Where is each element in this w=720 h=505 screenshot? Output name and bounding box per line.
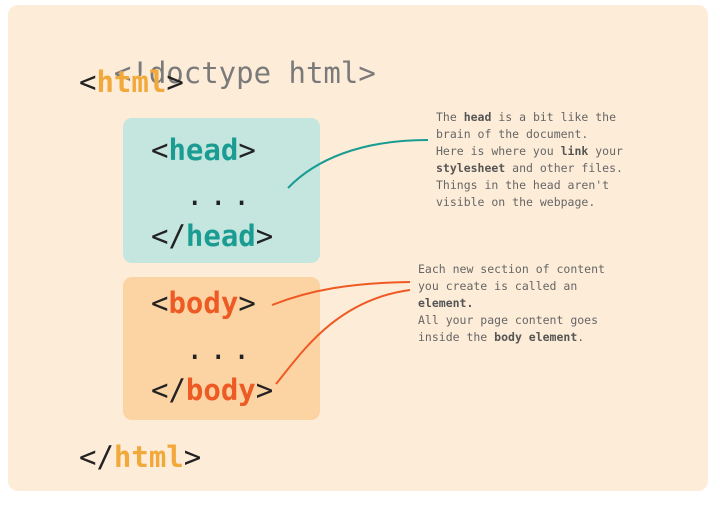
- body-note-line-2: you create is called an: [418, 279, 578, 293]
- head-note: The head is a bit like the brain of the d…: [436, 109, 623, 211]
- head-connector: [287, 139, 429, 189]
- head-note-line-2: brain of the document.: [436, 127, 589, 141]
- head-note-line-4: stylesheet and other files.: [436, 161, 623, 175]
- body-note-line-3: element.: [418, 296, 474, 310]
- connector-lines: [271, 139, 429, 385]
- head-note-line-5: Things in the head aren't: [436, 178, 610, 192]
- body-note-line-4: All your page content goes: [418, 313, 599, 327]
- body-note-line-5: inside the body element.: [418, 330, 585, 344]
- body-connector-close: [275, 289, 411, 385]
- head-note-line-6: visible on the webpage.: [436, 195, 596, 209]
- body-note: Each new section of content you create is…: [418, 261, 605, 346]
- head-note-line-3: Here is where you link your: [436, 144, 623, 158]
- head-note-line-1: The head is a bit like the: [436, 110, 617, 124]
- body-note-line-1: Each new section of content: [418, 262, 605, 276]
